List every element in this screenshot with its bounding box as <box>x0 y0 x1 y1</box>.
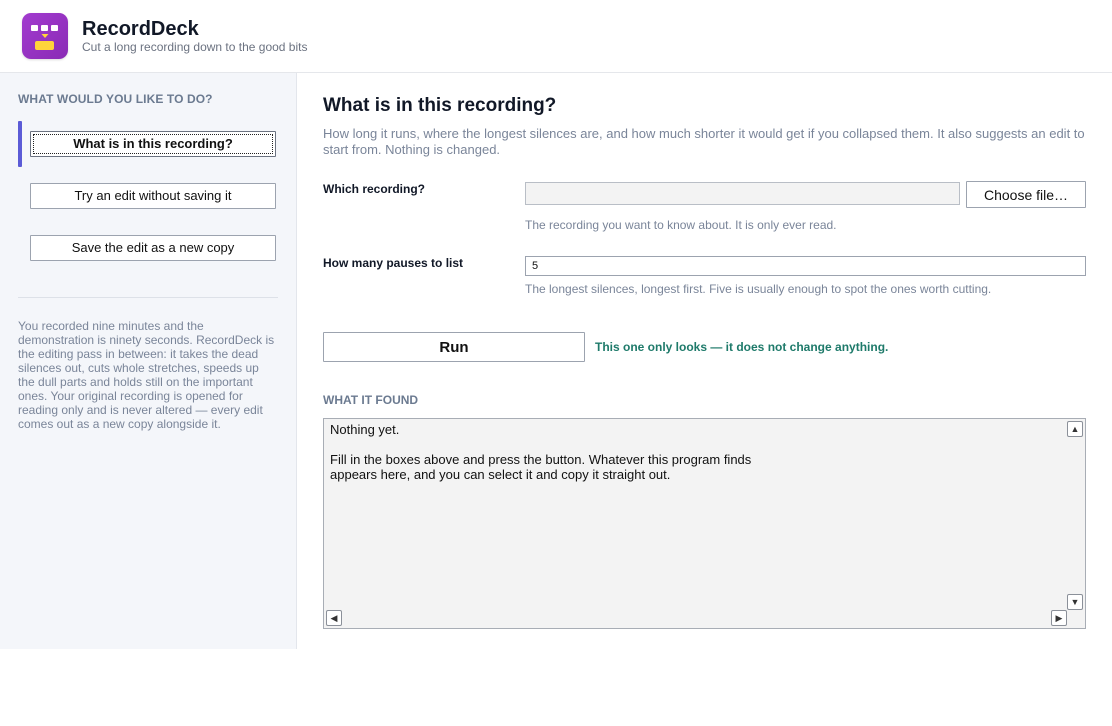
scroll-up-icon[interactable]: ▲ <box>1067 421 1083 437</box>
results-heading: WHAT IT FOUND <box>323 393 419 407</box>
sidebar: WHAT WOULD YOU LIKE TO DO? What is in th… <box>0 73 297 649</box>
sidebar-item-what-is-in-recording[interactable]: What is in this recording? <box>30 131 276 157</box>
scroll-right-icon[interactable]: ▶ <box>1051 610 1067 626</box>
sidebar-heading: WHAT WOULD YOU LIKE TO DO? <box>18 92 213 106</box>
choose-file-button[interactable]: Choose file… <box>966 181 1086 208</box>
pauses-field-label: How many pauses to list <box>323 256 464 270</box>
sidebar-item-label: Save the edit as a new copy <box>71 240 235 255</box>
results-text[interactable]: Nothing yet. Fill in the boxes above and… <box>330 422 1060 482</box>
recording-field-help: The recording you want to know about. It… <box>525 218 837 232</box>
app-title: RecordDeck <box>82 18 199 40</box>
app-header: RecordDeck Cut a long recording down to … <box>0 0 1112 73</box>
page-title: What is in this recording? <box>323 95 557 116</box>
page-description: How long it runs, where the longest sile… <box>323 126 1085 157</box>
scroll-down-icon[interactable]: ▼ <box>1067 594 1083 610</box>
sidebar-item-label: Try an edit without saving it <box>74 188 232 203</box>
sidebar-item-save-edit[interactable]: Save the edit as a new copy <box>30 235 276 261</box>
app-subtitle: Cut a long recording down to the good bi… <box>82 40 308 54</box>
scroll-left-icon[interactable]: ◀ <box>326 610 342 626</box>
active-item-indicator <box>18 121 22 167</box>
run-button[interactable]: Run <box>323 332 585 362</box>
sidebar-divider <box>18 297 278 298</box>
results-output-area[interactable]: Nothing yet. Fill in the boxes above and… <box>323 418 1086 629</box>
pauses-count-input[interactable] <box>525 256 1086 276</box>
focus-ring <box>33 134 273 154</box>
recorddeck-logo-icon <box>22 13 68 59</box>
pauses-field-help: The longest silences, longest first. Fiv… <box>525 282 992 296</box>
recording-field-label: Which recording? <box>323 182 425 196</box>
sidebar-item-try-edit[interactable]: Try an edit without saving it <box>30 183 276 209</box>
sidebar-description: You recorded nine minutes and the demons… <box>18 319 275 431</box>
run-note: This one only looks — it does not change… <box>595 340 889 354</box>
recording-file-field[interactable] <box>525 182 960 205</box>
